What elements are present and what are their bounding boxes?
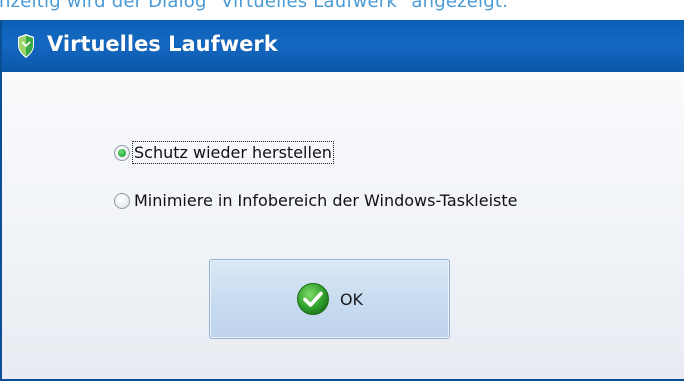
ok-button[interactable]: OK <box>209 259 450 339</box>
option-label-minimize-to-tray: Minimiere in Infobereich der Windows-Tas… <box>134 191 518 210</box>
dialog-titlebar[interactable]: Virtuelles Laufwerk <box>2 20 684 72</box>
ok-button-label: OK <box>339 289 364 309</box>
radio-restore-protection[interactable] <box>114 144 130 161</box>
caption-text: nzeitig wird der Dialog "Virtuelles Lauf… <box>0 0 509 12</box>
virtual-drive-dialog: Virtuelles Laufwerk Schutz wieder herste… <box>0 20 684 381</box>
option-minimize-to-tray[interactable]: Minimiere in Infobereich der Windows-Tas… <box>114 190 518 211</box>
option-restore-protection[interactable]: Schutz wieder herstellen <box>114 141 334 164</box>
document-caption: nzeitig wird der Dialog "Virtuelles Lauf… <box>0 0 687 20</box>
dialog-title: Virtuelles Laufwerk <box>47 32 278 56</box>
checkmark-icon <box>296 283 329 315</box>
option-label-restore-protection: Schutz wieder herstellen <box>132 141 334 164</box>
shield-icon <box>18 34 34 58</box>
radio-minimize-to-tray[interactable] <box>114 192 130 209</box>
dialog-content: Schutz wieder herstellen Minimiere in In… <box>2 72 684 379</box>
